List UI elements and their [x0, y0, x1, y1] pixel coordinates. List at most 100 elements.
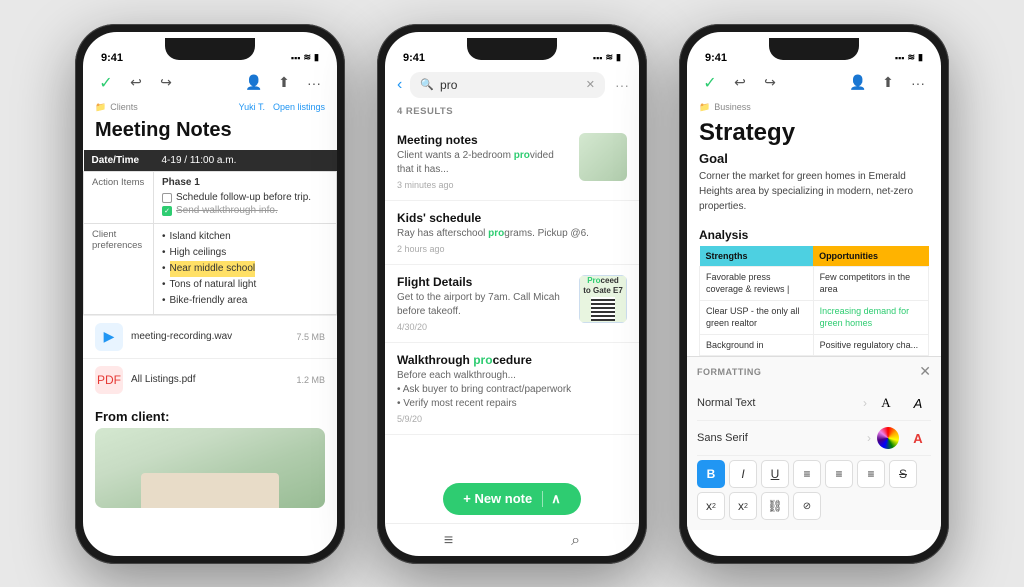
result-1-time: 3 minutes ago — [397, 180, 571, 190]
breadcrumb-action[interactable]: Open listings — [273, 102, 325, 112]
pdf-icon: PDF — [95, 366, 123, 394]
user-icon[interactable]: 👤 — [243, 72, 265, 94]
signal-icon-2: ▪▪▪ — [593, 53, 603, 63]
checkbox-2[interactable]: ✓ — [162, 206, 172, 216]
back-button[interactable]: ‹ — [395, 74, 404, 96]
table-header-value: 4-19 / 11:00 a.m. — [154, 150, 337, 172]
redo-icon[interactable]: ↪ — [155, 72, 177, 94]
serif-font-btn[interactable]: A — [873, 390, 899, 416]
user-icon-3[interactable]: 👤 — [847, 72, 869, 94]
search-input-wrapper[interactable]: 🔍 pro ✕ — [410, 72, 605, 98]
search-clear-icon[interactable]: ✕ — [586, 78, 595, 91]
goal-text: Corner the market for green homes in Eme… — [699, 169, 929, 214]
attachment-pdf-name: All Listings.pdf — [131, 374, 288, 385]
align-left-button[interactable]: ≡ — [793, 460, 821, 488]
checkbox-1[interactable] — [162, 193, 172, 203]
room-interior — [95, 428, 325, 508]
text-color-btn[interactable]: A — [905, 425, 931, 451]
search-input[interactable]: pro — [440, 78, 580, 92]
undo-icon[interactable]: ↩ — [125, 72, 147, 94]
swot-opportunities-header: Opportunities — [813, 246, 928, 267]
result-2-content: Kids' schedule Ray has afterschool progr… — [397, 211, 627, 254]
result-3-snippet: Get to the airport by 7am. Call Micah be… — [397, 291, 571, 319]
result-1-title: Meeting notes — [397, 133, 571, 147]
pref-item-3: • Near middle school — [162, 261, 328, 277]
result-1-snippet: Client wants a 2-bedroom provided that i… — [397, 149, 571, 177]
highlight-pro-1: pro — [514, 150, 530, 161]
highlight-pro-2: pro — [488, 228, 504, 239]
attachment-audio[interactable]: ▶ meeting-recording.wav 7.5 MB — [83, 315, 337, 358]
phone-2-screen: 9:41 ▪▪▪ ≋ ▮ ‹ 🔍 pro ✕ ··· 4 RESULTS Mee… — [385, 32, 639, 556]
checkbox-item-1[interactable]: Schedule follow-up before trip. — [162, 192, 328, 203]
attachment-pdf[interactable]: PDF All Listings.pdf 1.2 MB — [83, 358, 337, 401]
search-more-icon[interactable]: ··· — [615, 77, 629, 93]
link-button[interactable]: ⛓ — [761, 492, 789, 520]
search-nav-icon[interactable]: ⌕ — [571, 532, 580, 550]
result-3-content: Flight Details Get to the airport by 7am… — [397, 275, 571, 332]
formatting-panel: FORMATTING ✕ Normal Text › A A Sans Seri… — [687, 356, 941, 530]
result-3-thumb: Proceedto Gate E7 — [579, 275, 627, 323]
bold-button[interactable]: B — [697, 460, 725, 488]
subscript-button[interactable]: x2 — [729, 492, 757, 520]
phone-2: 9:41 ▪▪▪ ≋ ▮ ‹ 🔍 pro ✕ ··· 4 RESULTS Mee… — [377, 24, 647, 564]
strikethrough-button[interactable]: S — [889, 460, 917, 488]
results-count: 4 RESULTS — [385, 102, 639, 123]
sans-serif-label: Sans Serif — [697, 432, 861, 444]
table-header-datetime: Date/Time — [84, 150, 154, 172]
share-icon-3[interactable]: ⬆ — [877, 72, 899, 94]
signal-icon: ▪▪▪ — [291, 53, 301, 63]
new-note-button[interactable]: + New note ∧ — [443, 483, 581, 515]
bottom-nav: ≡ ⌕ — [385, 523, 639, 556]
breadcrumb-label-3: Business — [714, 102, 751, 112]
swot-table: Strengths Opportunities Favorable press … — [699, 246, 929, 357]
status-icons-2: ▪▪▪ ≋ ▮ — [593, 52, 621, 63]
redo-icon-3[interactable]: ↪ — [759, 72, 781, 94]
swot-o2-link[interactable]: Increasing demand for green homes — [820, 306, 910, 329]
search-result-3[interactable]: Flight Details Get to the airport by 7am… — [385, 265, 639, 343]
close-formatting-button[interactable]: ✕ — [919, 363, 931, 380]
checkbox-label-2: Send walkthrough info. — [176, 205, 278, 216]
more-icon[interactable]: ··· — [303, 72, 325, 94]
wifi-icon: ≋ — [304, 52, 312, 63]
check-icon-3[interactable]: ✓ — [699, 72, 721, 94]
normal-text-chevron: › — [863, 396, 867, 410]
italic-button[interactable]: I — [729, 460, 757, 488]
align-center-button[interactable]: ≡ — [825, 460, 853, 488]
more-format-button[interactable]: ⊘ — [793, 492, 821, 520]
result-4-title: Walkthrough procedure — [397, 353, 627, 367]
swot-o2: Increasing demand for green homes — [813, 300, 928, 334]
toolbar-1: ✓ ↩ ↪ 👤 ⬆ ··· — [83, 68, 337, 100]
search-result-4[interactable]: Walkthrough procedure Before each walkth… — [385, 343, 639, 435]
breadcrumb-user: Yuki T. — [239, 102, 265, 112]
hamburger-icon[interactable]: ≡ — [444, 532, 453, 550]
format-toolbar: B I U ≡ ≡ ≡ S x2 x2 ⛓ ⊘ — [697, 456, 931, 524]
result-2-time: 2 hours ago — [397, 244, 627, 254]
underline-button[interactable]: U — [761, 460, 789, 488]
undo-icon-3[interactable]: ↩ — [729, 72, 751, 94]
check-icon[interactable]: ✓ — [95, 72, 117, 94]
phone-1: 9:41 ▪▪▪ ≋ ▮ ✓ ↩ ↪ 👤 ⬆ ··· 📁 Clients Yuk — [75, 24, 345, 564]
superscript-button[interactable]: x2 — [697, 492, 725, 520]
search-result-1[interactable]: Meeting notes Client wants a 2-bedroom p… — [385, 123, 639, 201]
action-items-label: Action Items — [84, 171, 154, 223]
color-picker-icon[interactable] — [877, 427, 899, 449]
phase-label: Phase 1 — [162, 177, 328, 188]
sans-font-btn[interactable]: A — [905, 390, 931, 416]
from-client-label: From client: — [83, 401, 337, 428]
align-right-button[interactable]: ≡ — [857, 460, 885, 488]
checkbox-item-2[interactable]: ✓ Send walkthrough info. — [162, 205, 328, 216]
format-row-sans-serif[interactable]: Sans Serif › A — [697, 421, 931, 456]
format-row-normal-text[interactable]: Normal Text › A A — [697, 386, 931, 421]
more-icon-3[interactable]: ··· — [907, 72, 929, 94]
prefs-cell: • Island kitchen • High ceilings • Near … — [154, 223, 337, 314]
search-result-2[interactable]: Kids' schedule Ray has afterschool progr… — [385, 201, 639, 265]
pref-item-1: • Island kitchen — [162, 229, 328, 245]
result-2-snippet: Ray has afterschool programs. Pickup @6. — [397, 227, 627, 241]
chevron-up-icon[interactable]: ∧ — [542, 491, 561, 507]
attachment-audio-size: 7.5 MB — [296, 332, 325, 342]
new-note-pill[interactable]: + New note ∧ — [443, 483, 581, 515]
share-icon[interactable]: ⬆ — [273, 72, 295, 94]
thumb-room-interior — [579, 133, 627, 181]
highlight-pro-4: pro — [473, 353, 492, 367]
pref-item-5: • Bike-friendly area — [162, 293, 328, 309]
